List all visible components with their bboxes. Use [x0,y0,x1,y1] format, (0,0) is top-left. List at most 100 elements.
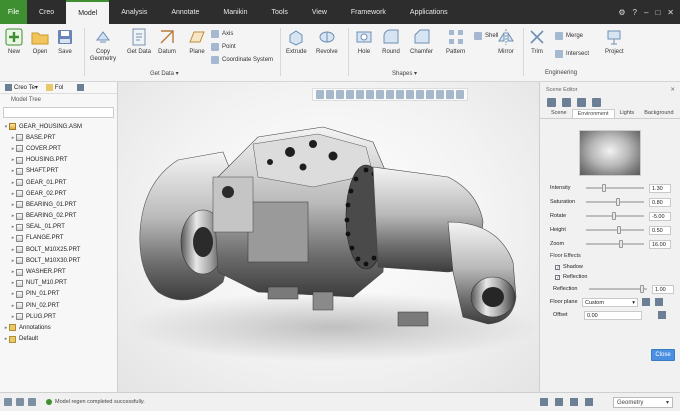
slider-handle[interactable] [617,226,622,234]
height-slider[interactable] [586,226,644,234]
open-button[interactable]: Open [31,28,49,56]
tree-part[interactable]: ▸ NUT_M10.PRT [0,278,117,289]
round-button[interactable]: Round [382,28,400,56]
coordinate-system-button[interactable]: Coordinate System [211,56,273,64]
save-button[interactable]: Save [56,28,74,56]
select-filter-icon[interactable] [540,398,548,406]
intersect-button[interactable]: Intersect [555,50,589,58]
tab-analysis[interactable]: Analysis [109,0,159,24]
copy-geometry-button[interactable]: Copy Geometry [88,28,118,63]
offset-input[interactable]: 0.00 [584,310,642,320]
close-button[interactable]: Close [651,349,675,361]
environment-preview[interactable] [579,130,641,176]
get-data-button[interactable]: Get Data [127,28,151,56]
plane-button[interactable]: Plane [188,28,206,56]
tab-manikin[interactable]: Manikin [211,0,259,24]
snap-icon[interactable] [555,398,563,406]
tree-part[interactable]: ▸ HOUSING.PRT [0,155,117,166]
tab-model-tree[interactable]: Creo Te▾ [3,84,40,91]
selection-filter-select[interactable]: Geometry ▾ [613,397,673,408]
new-button[interactable]: New [5,28,23,56]
slider-handle[interactable] [619,240,624,248]
tree-part[interactable]: ▸ BOLT_M10X30.PRT [0,255,117,266]
tree-part[interactable]: ▸ PIN_01.PRT [0,289,117,300]
pattern-button[interactable]: Pattern [446,28,465,56]
tab-tools[interactable]: Tools [260,0,300,24]
tree-part[interactable]: ▸ BEARING_01.PRT [0,199,117,210]
save-scene-icon[interactable] [577,98,586,107]
tree-part[interactable]: ▸ SEAL_01.PRT [0,222,117,233]
tree-folder[interactable]: ▸ Default [0,334,117,345]
flip-plane-icon[interactable] [655,298,663,306]
tab-applications[interactable]: Applications [398,0,460,24]
settings-icon[interactable]: ⚙ [618,8,625,17]
datum-button[interactable]: Datum [158,28,176,56]
group-label-shapes[interactable]: Shapes ▾ [392,70,417,77]
gear-housing-model[interactable] [118,82,539,392]
maximize-icon[interactable]: □ [655,8,660,17]
new-scene-icon[interactable] [547,98,556,107]
tree-part[interactable]: ▸ COVER.PRT [0,143,117,154]
zoom-slider[interactable] [586,240,644,248]
navigator-icon[interactable] [16,398,24,406]
saturation-slider[interactable] [586,198,644,206]
tree-part[interactable]: ▸ BASE.PRT [0,132,117,143]
tab-annotate[interactable]: Annotate [159,0,211,24]
minimize-icon[interactable]: – [644,8,648,17]
layers-icon[interactable] [585,398,593,406]
tab-folder-browser[interactable]: Fol [44,84,65,91]
revolve-button[interactable]: Revolve [316,28,338,56]
tree-part[interactable]: ▸ PLUG.PRT [0,311,117,322]
favorites-icon[interactable] [77,84,85,91]
floor-plane-select[interactable]: Custom ▾ [582,297,638,307]
height-value-input[interactable]: 0.50 [649,225,671,235]
close-icon[interactable]: ✕ [667,8,674,17]
tree-part[interactable]: ▸ FLANGE.PRT [0,233,117,244]
tree-part[interactable]: ▸ BOLT_M10X25.PRT [0,244,117,255]
tree-part[interactable]: ▸ GEAR_02.PRT [0,188,117,199]
graphics-viewport[interactable] [118,82,539,392]
grid-icon[interactable] [570,398,578,406]
tab-background[interactable]: Background [639,109,678,118]
tab-creo[interactable]: Creo [27,0,66,24]
tree-folder[interactable]: ▸ Annotations [0,322,117,333]
point-button[interactable]: Point [211,43,236,51]
tree-part[interactable]: ▸ PIN_02.PRT [0,300,117,311]
shadow-checkbox[interactable]: ✓ Shadow [555,264,583,270]
extrude-button[interactable]: Extrude [286,28,307,56]
offset-link-icon[interactable] [658,311,666,319]
intensity-slider[interactable] [586,184,644,192]
help-icon[interactable]: ? [633,8,637,17]
saturation-value-input[interactable]: 0.80 [649,197,671,207]
tree-filter-input[interactable] [3,107,114,118]
tab-view[interactable]: View [300,0,339,24]
slider-handle[interactable] [602,184,607,192]
trim-button[interactable]: Trim [528,28,546,56]
rotate-value-input[interactable]: -5.00 [649,211,671,221]
tab-lights[interactable]: Lights [615,109,640,118]
tree-root-assembly[interactable]: ▾ GEAR_HOUSING.ASM [0,121,117,132]
tab-scene[interactable]: Scene [546,109,572,118]
browser-icon[interactable] [28,398,36,406]
merge-button[interactable]: Merge [555,32,583,40]
tab-model[interactable]: Model [66,0,110,24]
reflection-value-input[interactable]: 1.00 [652,284,674,294]
tree-part[interactable]: ▸ GEAR_01.PRT [0,177,117,188]
zoom-value-input[interactable]: 16.00 [649,239,671,249]
axis-button[interactable]: Axis [211,30,233,38]
chamfer-button[interactable]: Chamfer [410,28,433,56]
mirror-button[interactable]: Mirror [497,28,515,56]
file-menu-button[interactable]: File [0,0,27,24]
tab-environment[interactable]: Environment [571,109,615,118]
pick-plane-icon[interactable] [642,298,650,306]
intensity-value-input[interactable]: 1.30 [649,183,671,193]
group-label-get-data[interactable]: Get Data ▾ [150,70,179,77]
message-log-icon[interactable] [4,398,12,406]
tree-part[interactable]: ▸ BEARING_02.PRT [0,211,117,222]
close-panel-icon[interactable]: ✕ [670,87,675,93]
shell-button[interactable]: Shell [474,32,498,40]
tab-framework[interactable]: Framework [339,0,398,24]
slider-handle[interactable] [640,285,645,293]
reflection-slider[interactable] [589,285,647,293]
hole-button[interactable]: Hole [355,28,373,56]
